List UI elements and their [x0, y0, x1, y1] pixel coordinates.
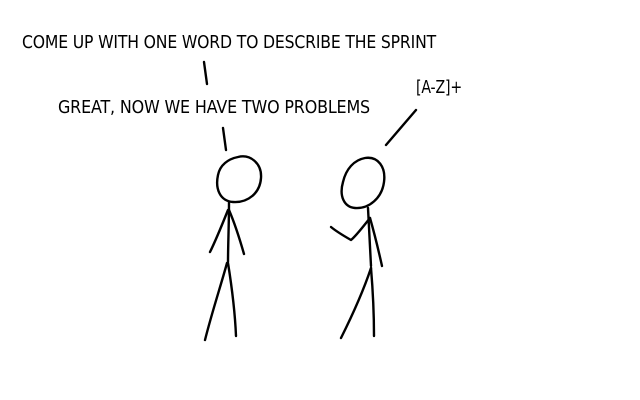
speech-line-1: COME UP WITH ONE WORD TO DESCRIBE THE SP…: [22, 32, 437, 53]
speech-tail-1: [202, 60, 209, 86]
stick-figure-left-leg-left: [203, 261, 229, 342]
stick-figure-right-head: [340, 156, 386, 210]
stick-figure-left-arm-left: [208, 208, 230, 254]
stick-figure-right-body: [366, 206, 373, 268]
stick-figure-right-arm-left: [329, 216, 372, 242]
stick-figure-left-leg-right: [226, 261, 238, 338]
stick-figure-right-leg-left: [339, 266, 373, 340]
stick-figure-left-arm-right: [227, 208, 246, 256]
speech-line-2: GREAT, NOW WE HAVE TWO PROBLEMS: [58, 97, 370, 118]
speech-tail-3: [384, 108, 418, 147]
stick-figure-left-head: [216, 155, 263, 204]
comic-panel: COME UP WITH ONE WORD TO DESCRIBE THE SP…: [22, 32, 462, 342]
stick-figure-right: [329, 156, 386, 340]
stick-figure-right-leg-right: [369, 266, 376, 338]
speech-reply: [A-Z]+: [416, 77, 462, 98]
speech-tail-2: [221, 126, 228, 152]
stick-figure-left: [203, 155, 263, 342]
